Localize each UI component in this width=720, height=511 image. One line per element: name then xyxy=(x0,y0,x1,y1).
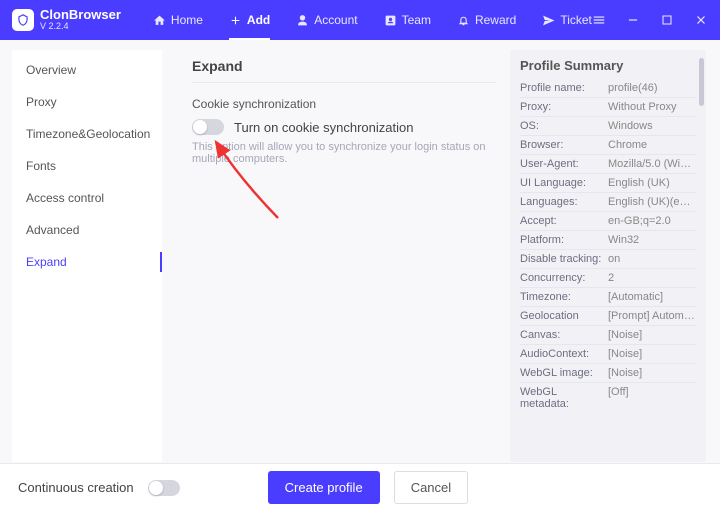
summary-row: Accept:en-GB;q=2.0 xyxy=(520,212,696,231)
scrollbar-thumb[interactable] xyxy=(699,58,704,106)
summary-value: [Off] xyxy=(608,386,696,410)
summary-key: Concurrency: xyxy=(520,272,608,284)
nav-team[interactable]: Team xyxy=(384,0,431,40)
summary-value: [Prompt] Automatic xyxy=(608,310,696,322)
summary-value: Win32 xyxy=(608,234,696,246)
summary-value: 2 xyxy=(608,272,696,284)
summary-row: Canvas:[Noise] xyxy=(520,326,696,345)
menu-icon[interactable] xyxy=(592,13,606,27)
summary-row: Languages:English (UK)(en-GB) xyxy=(520,193,696,212)
summary-value: [Noise] xyxy=(608,367,696,379)
continuous-creation-toggle[interactable] xyxy=(148,480,180,496)
summary-value: en-GB;q=2.0 xyxy=(608,215,696,227)
summary-key: Profile name: xyxy=(520,82,608,94)
cookie-sync-toggle-label: Turn on cookie synchronization xyxy=(234,120,413,135)
summary-key: WebGL image: xyxy=(520,367,608,379)
workarea: Overview Proxy Timezone&Geolocation Font… xyxy=(0,40,720,462)
footer: Continuous creation Create profile Cance… xyxy=(0,463,720,511)
summary-key: Browser: xyxy=(520,139,608,151)
sidebar-item-expand[interactable]: Expand xyxy=(12,246,162,278)
summary-row: UI Language:English (UK) xyxy=(520,174,696,193)
summary-value: Windows xyxy=(608,120,696,132)
summary-key: Geolocation xyxy=(520,310,608,322)
summary-row: AudioContext:[Noise] xyxy=(520,345,696,364)
summary-key: Timezone: xyxy=(520,291,608,303)
summary-value: Chrome xyxy=(608,139,696,151)
nav-reward[interactable]: Reward xyxy=(457,0,516,40)
nav-account[interactable]: Account xyxy=(296,0,357,40)
continuous-creation-label: Continuous creation xyxy=(18,480,134,495)
app-logo: ClonBrowser V 2.2.4 xyxy=(12,8,121,31)
main-panel: Expand Cookie synchronization Turn on co… xyxy=(162,40,510,462)
summary-row: Disable tracking:on xyxy=(520,250,696,269)
summary-key: UI Language: xyxy=(520,177,608,189)
nav-home[interactable]: Home xyxy=(153,0,203,40)
summary-row: WebGL metadata:[Off] xyxy=(520,383,696,413)
titlebar: ClonBrowser V 2.2.4 Home Add Account Tea… xyxy=(0,0,720,40)
nav-ticket[interactable]: Ticket xyxy=(542,0,592,40)
sidebar-item-access[interactable]: Access control xyxy=(12,182,162,214)
app-version: V 2.2.4 xyxy=(40,22,121,31)
summary-value: Without Proxy xyxy=(608,101,696,113)
summary-key: Platform: xyxy=(520,234,608,246)
window-controls xyxy=(592,13,716,27)
minimize-icon[interactable] xyxy=(626,13,640,27)
summary-row: Proxy:Without Proxy xyxy=(520,98,696,117)
summary-title: Profile Summary xyxy=(520,58,696,73)
summary-key: Proxy: xyxy=(520,101,608,113)
section-title: Expand xyxy=(192,58,496,83)
summary-row: Browser:Chrome xyxy=(520,136,696,155)
summary-row: Profile name:profile(46) xyxy=(520,79,696,98)
sidebar-item-proxy[interactable]: Proxy xyxy=(12,86,162,118)
cancel-button[interactable]: Cancel xyxy=(394,471,468,504)
summary-key: WebGL metadata: xyxy=(520,386,608,410)
app-name: ClonBrowser xyxy=(40,8,121,22)
nav-add[interactable]: Add xyxy=(229,0,270,40)
summary-key: User-Agent: xyxy=(520,158,608,170)
sidebar-item-timezone[interactable]: Timezone&Geolocation xyxy=(12,118,162,150)
summary-row: Platform:Win32 xyxy=(520,231,696,250)
sidebar-item-fonts[interactable]: Fonts xyxy=(12,150,162,182)
summary-row: Timezone:[Automatic] xyxy=(520,288,696,307)
summary-value: [Automatic] xyxy=(608,291,696,303)
summary-row: OS:Windows xyxy=(520,117,696,136)
summary-value: profile(46) xyxy=(608,82,696,94)
summary-value: English (UK) xyxy=(608,177,696,189)
logo-icon xyxy=(12,9,34,31)
profile-summary: Profile Summary Profile name:profile(46)… xyxy=(510,50,706,462)
sidebar: Overview Proxy Timezone&Geolocation Font… xyxy=(12,50,162,462)
summary-key: Disable tracking: xyxy=(520,253,608,265)
cookie-sync-hint: This option will allow you to synchroniz… xyxy=(192,141,496,165)
summary-value: on xyxy=(608,253,696,265)
summary-key: Accept: xyxy=(520,215,608,227)
summary-key: AudioContext: xyxy=(520,348,608,360)
summary-value: English (UK)(en-GB) xyxy=(608,196,696,208)
summary-key: Languages: xyxy=(520,196,608,208)
cookie-sync-label: Cookie synchronization xyxy=(192,97,496,111)
cookie-sync-toggle[interactable] xyxy=(192,119,224,135)
summary-value: [Noise] xyxy=(608,329,696,341)
summary-row: WebGL image:[Noise] xyxy=(520,364,696,383)
summary-row: Concurrency:2 xyxy=(520,269,696,288)
summary-key: Canvas: xyxy=(520,329,608,341)
summary-value: Mozilla/5.0 (Windows NT 1... xyxy=(608,158,696,170)
sidebar-item-advanced[interactable]: Advanced xyxy=(12,214,162,246)
summary-row: User-Agent:Mozilla/5.0 (Windows NT 1... xyxy=(520,155,696,174)
summary-key: OS: xyxy=(520,120,608,132)
summary-row: Geolocation[Prompt] Automatic xyxy=(520,307,696,326)
close-icon[interactable] xyxy=(694,13,708,27)
maximize-icon[interactable] xyxy=(660,13,674,27)
summary-value: [Noise] xyxy=(608,348,696,360)
sidebar-item-overview[interactable]: Overview xyxy=(12,54,162,86)
top-nav: Home Add Account Team Reward Ticket xyxy=(153,0,592,40)
create-profile-button[interactable]: Create profile xyxy=(268,471,380,504)
